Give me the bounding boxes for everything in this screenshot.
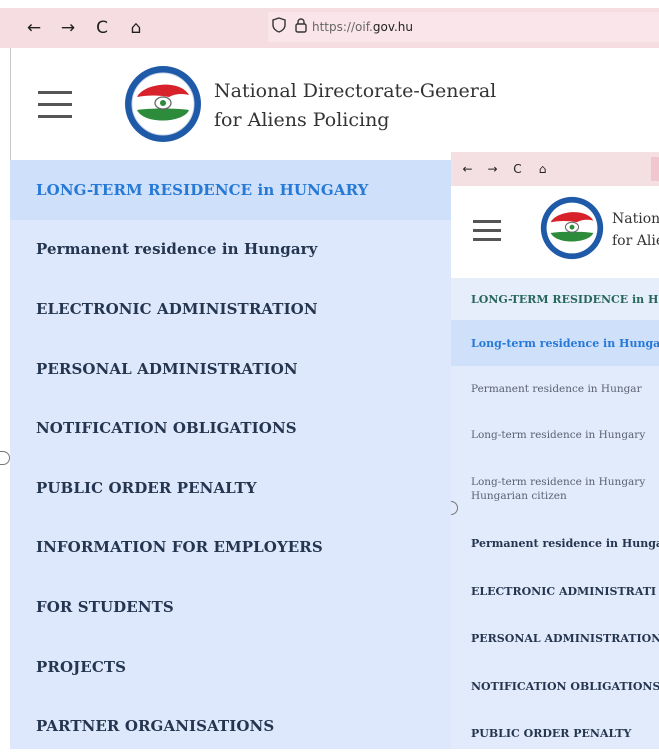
inset-menu-item-long-term-residence[interactable]: Long-term residence in Hungary <box>451 320 659 366</box>
site-header: National Directorate-General for Aliens … <box>0 48 659 160</box>
inset-menu-item-public-order-penalty[interactable]: PUBLIC ORDER PENALTY <box>451 710 659 749</box>
inset-submenu-long-term-residence-citizen[interactable]: Long-term residence in Hungary Hungarian… <box>451 458 659 520</box>
inset-back-button[interactable]: ← <box>457 159 478 180</box>
reload-icon: C <box>96 18 108 38</box>
lock-icon[interactable] <box>290 17 312 37</box>
inset-site-title[interactable]: Nation for Alie <box>612 208 659 252</box>
address-bar[interactable]: https://oif.gov.hu <box>268 12 659 42</box>
inset-address-bar-edge[interactable] <box>651 157 659 181</box>
inset-menu-item-notification-obligations[interactable]: NOTIFICATION OBLIGATIONS <box>451 663 659 711</box>
inset-menu-item-electronic-administration[interactable]: ELECTRONIC ADMINISTRATI <box>451 568 659 616</box>
hamburger-menu-icon[interactable] <box>38 91 72 119</box>
resize-handle[interactable] <box>0 451 10 465</box>
inset-site-header: Nation for Alie <box>451 186 659 278</box>
inset-hamburger-menu-icon[interactable] <box>473 220 501 242</box>
inset-menu-head[interactable]: LONG-TERM RESIDENCE in H <box>451 278 659 320</box>
forward-button[interactable]: → <box>54 14 82 42</box>
back-arrow-icon: ← <box>462 162 473 176</box>
shield-icon[interactable] <box>268 17 290 37</box>
site-title[interactable]: National Directorate-General for Aliens … <box>214 77 496 135</box>
site-title-line2: for Aliens Policing <box>214 109 390 131</box>
forward-arrow-icon: → <box>487 162 498 176</box>
site-title-line1: National Directorate-General <box>214 80 497 102</box>
inset-menu-item-personal-administration[interactable]: PERSONAL ADMINISTRATION <box>451 615 659 663</box>
reload-button[interactable]: C <box>88 14 116 42</box>
inset-screenshot: ← → C ⌂ Nation for Alie LONG-TERM RESIDE… <box>451 152 659 749</box>
inset-site-title-line1: Nation <box>612 211 659 227</box>
home-button[interactable]: ⌂ <box>122 14 150 42</box>
inset-reload-button[interactable]: C <box>507 159 528 180</box>
url-domain: gov.hu <box>372 20 414 34</box>
inset-site-title-line2: for Alie <box>612 233 659 249</box>
inset-navigation-menu: LONG-TERM RESIDENCE in H Long-term resid… <box>451 278 659 749</box>
inset-submenu-line1: Long-term residence in Hungary <box>471 476 646 488</box>
agency-logo[interactable] <box>124 65 202 143</box>
browser-toolbar: ← → C ⌂ https://oif.gov.hu <box>0 8 659 48</box>
inset-forward-button[interactable]: → <box>482 159 503 180</box>
inset-submenu-permanent-residence[interactable]: Permanent residence in Hungar <box>451 366 659 412</box>
back-arrow-icon: ← <box>26 18 42 38</box>
inset-home-button[interactable]: ⌂ <box>532 159 553 180</box>
inset-menu-item-permanent-residence[interactable]: Permanent residence in Hungar <box>451 520 659 568</box>
home-icon: ⌂ <box>130 18 142 38</box>
reload-icon: C <box>513 162 522 176</box>
inset-submenu-long-term-residence[interactable]: Long-term residence in Hungary <box>451 412 659 458</box>
forward-arrow-icon: → <box>60 18 76 38</box>
home-icon: ⌂ <box>538 162 547 176</box>
inset-submenu-line2: Hungarian citizen <box>471 490 567 502</box>
inset-browser-toolbar: ← → C ⌂ <box>451 152 659 186</box>
inset-agency-logo[interactable] <box>540 196 604 260</box>
url-prefix: https://oif. <box>312 20 373 34</box>
url-text: https://oif.gov.hu <box>312 20 413 34</box>
back-button[interactable]: ← <box>20 14 48 42</box>
